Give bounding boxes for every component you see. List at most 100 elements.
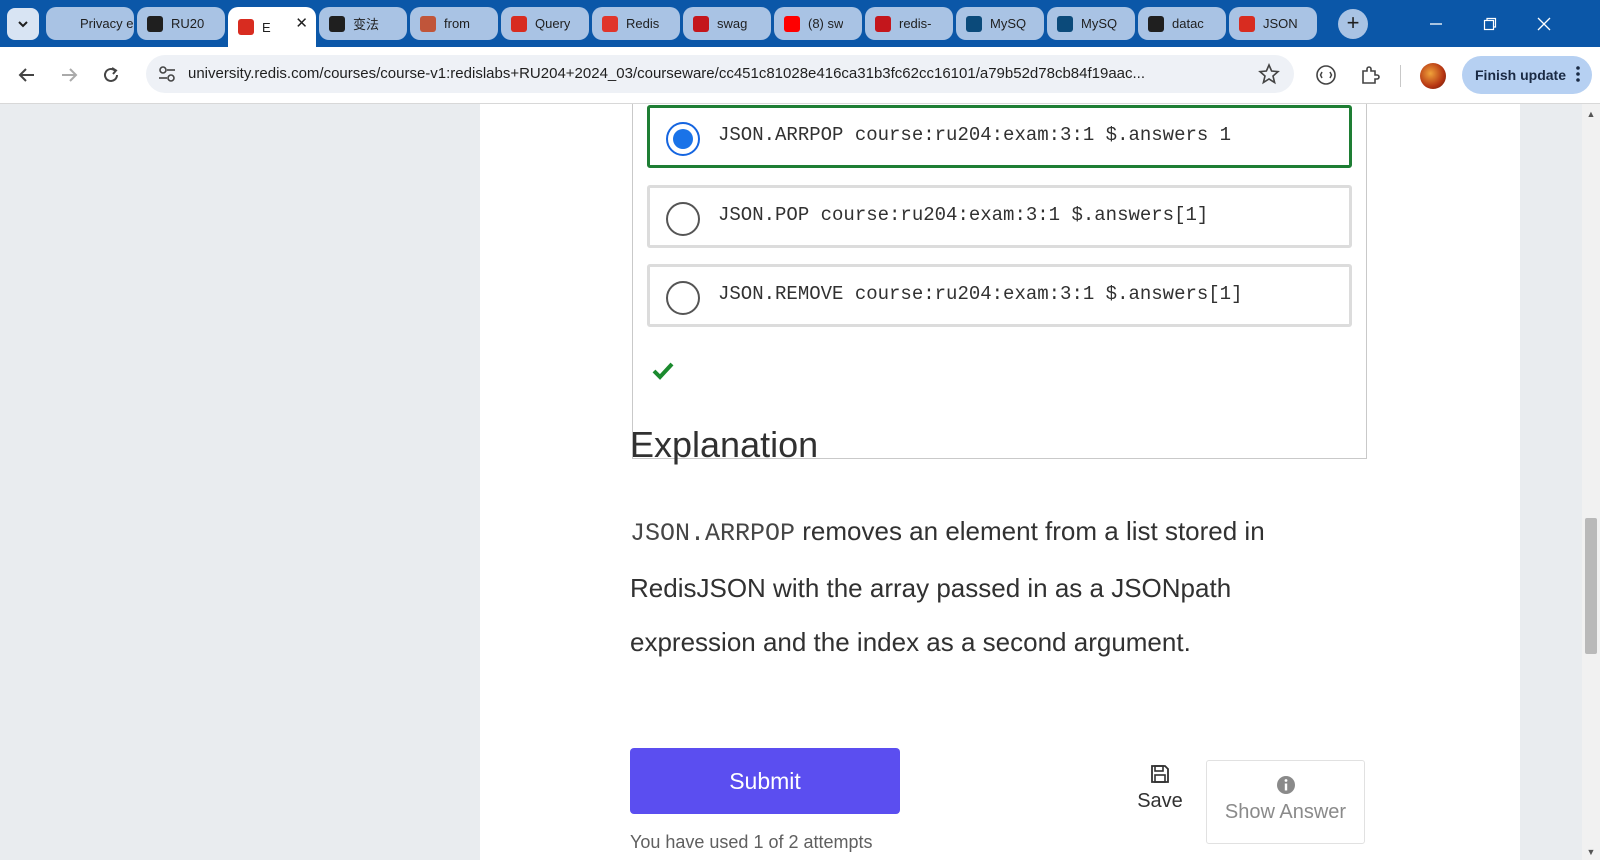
choice-2-text: JSON.POP course:ru204:exam:3:1 $.answers…	[718, 204, 1209, 226]
explanation-code: JSON.ARRPOP	[630, 519, 796, 548]
privacy-favicon	[56, 15, 72, 32]
tab-10[interactable]: redis-	[865, 7, 953, 40]
tab-9[interactable]: (8) sw	[774, 7, 862, 40]
tab-title: redis-	[899, 16, 932, 31]
attempts-text: You have used 1 of 2 attempts	[630, 832, 873, 852]
reload-button[interactable]	[96, 60, 126, 90]
tab-13[interactable]: datac	[1138, 7, 1226, 40]
question-choices-box: JSON.ARRPOP course:ru204:exam:3:1 $.answ…	[632, 104, 1367, 459]
tab-title: (8) sw	[808, 16, 844, 31]
tab-11[interactable]: MySQ	[956, 7, 1044, 40]
close-icon	[1537, 17, 1551, 30]
save-button[interactable]: Save	[1130, 764, 1190, 813]
minimize-button[interactable]	[1408, 0, 1464, 47]
arrow-left-icon	[18, 68, 34, 82]
profile-avatar[interactable]	[1420, 63, 1446, 89]
tab-14[interactable]: JSON	[1229, 7, 1317, 40]
tab-title: RU20	[171, 16, 205, 31]
tab-title: Query	[535, 16, 571, 31]
bookmark-star-icon[interactable]	[1258, 63, 1280, 85]
redis-cube-icon	[511, 15, 527, 32]
tab-title: E	[262, 19, 271, 35]
close-window-button[interactable]	[1516, 0, 1572, 47]
choice-3[interactable]: JSON.REMOVE course:ru204:exam:3:1 $.answ…	[647, 264, 1352, 327]
site-settings-icon[interactable]	[156, 63, 178, 85]
course-content: JSON.ARRPOP course:ru204:exam:3:1 $.answ…	[480, 104, 1520, 860]
chevron-down-icon	[18, 21, 28, 28]
redis-university-icon	[238, 19, 254, 35]
finish-update-label: Finish update	[1475, 67, 1566, 83]
tab-title: Privacy er	[80, 16, 134, 31]
explanation-body: JSON.ARRPOP removes an element from a li…	[630, 504, 1330, 669]
mysql-icon	[966, 15, 982, 32]
tab-title: MySQ	[990, 16, 1027, 31]
tab-title: Redis	[626, 16, 660, 31]
more-vert-icon	[1576, 66, 1580, 82]
save-label: Save	[1137, 790, 1183, 812]
back-button[interactable]	[12, 60, 42, 90]
tab-6[interactable]: Query	[501, 7, 589, 40]
new-tab-button[interactable]: +	[1338, 9, 1368, 39]
address-bar[interactable]: university.redis.com/courses/course-v1:r…	[146, 55, 1294, 93]
tab-5[interactable]: from	[410, 7, 498, 40]
tab-title: MySQ	[1081, 16, 1118, 31]
restore-button[interactable]	[1462, 0, 1518, 47]
tab-title: from	[444, 16, 470, 31]
explanation-title: Explanation	[630, 424, 819, 465]
page-scrollbar[interactable]	[1582, 104, 1600, 860]
reading-mode-icon[interactable]	[1312, 61, 1340, 89]
page-left-gutter	[0, 104, 480, 860]
github-icon	[147, 15, 163, 32]
tab-title: swag	[717, 16, 748, 31]
redis-square-icon	[875, 15, 891, 32]
save-icon	[1151, 765, 1169, 783]
tab-title: JSON	[1263, 16, 1298, 31]
url-text[interactable]: university.redis.com/courses/course-v1:r…	[188, 65, 1248, 82]
forward-button[interactable]	[54, 60, 84, 90]
scroll-down-arrow[interactable]: ▼	[1582, 844, 1600, 860]
tab-list: Privacy er RU20 E ✕ 变法 from Query Redis swag (8) …	[46, 7, 1320, 47]
tab-12[interactable]: MySQ	[1047, 7, 1135, 40]
submit-button[interactable]: Submit	[630, 748, 900, 814]
close-tab-icon[interactable]: ✕	[295, 14, 308, 32]
youtube-icon	[784, 15, 800, 32]
choice-3-radio[interactable]	[666, 281, 700, 315]
choice-2-radio[interactable]	[666, 202, 700, 236]
tab-4[interactable]: 变法	[319, 7, 407, 40]
choice-2[interactable]: JSON.POP course:ru204:exam:3:1 $.answers…	[647, 185, 1352, 248]
redis-cube-icon	[1239, 15, 1255, 32]
browser-toolbar: university.redis.com/courses/course-v1:r…	[0, 47, 1600, 104]
extensions-icon[interactable]	[1356, 61, 1384, 89]
tab-title: datac	[1172, 16, 1204, 31]
toolbar-divider	[1400, 65, 1401, 87]
tab-3[interactable]: E ✕	[228, 7, 316, 47]
page-right-gutter	[1520, 104, 1582, 860]
minimize-icon	[1430, 22, 1442, 25]
chat-bot-icon	[329, 15, 345, 32]
choice-1-text: JSON.ARRPOP course:ru204:exam:3:1 $.answ…	[718, 124, 1232, 146]
info-icon	[1276, 776, 1295, 794]
redis-logo-icon	[602, 15, 618, 32]
university-crest-icon	[420, 15, 436, 32]
github-icon	[1148, 15, 1164, 32]
arrow-right-icon	[62, 68, 78, 82]
choice-3-text: JSON.REMOVE course:ru204:exam:3:1 $.answ…	[718, 283, 1243, 305]
redis-square-icon	[693, 15, 709, 32]
choice-1-radio[interactable]	[666, 122, 700, 156]
checkmark-icon	[652, 362, 674, 380]
choice-1[interactable]: JSON.ARRPOP course:ru204:exam:3:1 $.answ…	[647, 105, 1352, 168]
scrollbar-thumb[interactable]	[1585, 518, 1597, 654]
show-answer-label: Show Answer	[1224, 801, 1347, 823]
reload-icon	[104, 67, 118, 82]
tab-7[interactable]: Redis	[592, 7, 680, 40]
show-answer-button[interactable]: Show Answer	[1206, 760, 1365, 844]
finish-update-button[interactable]: Finish update	[1462, 56, 1592, 94]
tab-1[interactable]: Privacy er	[46, 7, 134, 40]
tab-2[interactable]: RU20	[137, 7, 225, 40]
restore-icon	[1483, 17, 1497, 30]
scroll-up-arrow[interactable]: ▲	[1582, 106, 1600, 122]
tab-search-button[interactable]	[7, 8, 39, 40]
tab-8[interactable]: swag	[683, 7, 771, 40]
mysql-icon	[1057, 15, 1073, 32]
tab-title: 变法	[353, 17, 380, 32]
